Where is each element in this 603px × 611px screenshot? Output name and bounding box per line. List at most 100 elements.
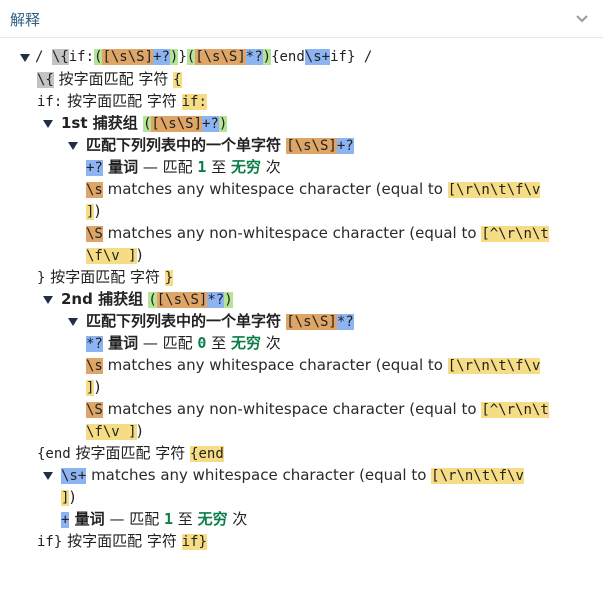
token-code: if} bbox=[37, 534, 63, 550]
token-char-class: [\s\S] bbox=[151, 116, 202, 132]
literal-value: } bbox=[164, 270, 174, 286]
token-char-class: [\s\S] bbox=[286, 314, 337, 330]
tree-item-whitespace-3[interactable]: \s+ matches any whitespace character (eq… bbox=[0, 464, 603, 486]
quantifier-text: 次 bbox=[227, 510, 248, 528]
equivalent-set: [^\r\n\t bbox=[481, 402, 549, 418]
item-description: 按字面匹配 字符 bbox=[62, 532, 182, 550]
item-description: matches any whitespace character (equal … bbox=[102, 180, 448, 198]
token-literal: if} bbox=[330, 49, 356, 65]
tree-item-whitespace-3-cont: ]) bbox=[0, 486, 603, 508]
tree-item-whitespace-1[interactable]: \s matches any whitespace character (equ… bbox=[0, 178, 603, 200]
set-label: 匹配下列列表中的一个单字符 bbox=[86, 312, 287, 330]
item-description: 按字面匹配 字符 bbox=[62, 92, 182, 110]
token-code: {end bbox=[37, 446, 71, 462]
tree-item-quantifier-1[interactable]: +? 量词 — 匹配 1 至 无穷 次 bbox=[0, 156, 603, 178]
tree-item-char-set-1[interactable]: 匹配下列列表中的一个单字符 [\s\S]+? bbox=[0, 134, 603, 156]
equivalent-set: [\r\n\t\f\v bbox=[447, 358, 541, 374]
triangle-down-icon[interactable] bbox=[20, 54, 30, 62]
tree-item-literal-if[interactable]: if: 按字面匹配 字符 if: bbox=[0, 90, 603, 112]
token-group-open: ( bbox=[148, 292, 157, 308]
literal-value: { bbox=[173, 72, 182, 88]
quantifier-text: 至 bbox=[173, 510, 198, 528]
token-quantifier: *? bbox=[336, 314, 354, 330]
token-code: \s+ bbox=[61, 468, 87, 484]
token-quantifier: +? bbox=[86, 160, 103, 176]
equivalent-set: \f\v ] bbox=[86, 424, 137, 440]
group-label: 1st 捕获组 bbox=[61, 114, 143, 132]
tree-item-quantifier-2[interactable]: *? 量词 — 匹配 0 至 无穷 次 bbox=[0, 332, 603, 354]
group-label: 2nd 捕获组 bbox=[61, 290, 149, 308]
token-literal: if: bbox=[68, 49, 95, 65]
token-quantifier: *? bbox=[86, 336, 103, 352]
item-description: 按字面匹配 字符 bbox=[45, 268, 165, 286]
chevron-down-icon[interactable] bbox=[575, 11, 589, 25]
quantifier-text: 至 bbox=[206, 158, 231, 176]
triangle-down-icon[interactable] bbox=[43, 120, 53, 128]
panel-title: 解释 bbox=[10, 11, 41, 29]
tree-item-quantifier-3[interactable]: + 量词 — 匹配 1 至 无穷 次 bbox=[0, 508, 603, 530]
triangle-down-icon[interactable] bbox=[68, 142, 78, 150]
item-description: matches any whitespace character (equal … bbox=[86, 466, 432, 484]
token-code: if: bbox=[37, 94, 63, 110]
tree-item-group-1[interactable]: 1st 捕获组 ([\s\S]+?) bbox=[0, 112, 603, 134]
token-char-class: [\s\S] bbox=[195, 49, 246, 65]
explanation-panel: 解释 / \{if:([\s\S]+?)}([\s\S]*?){end\s+if… bbox=[0, 0, 603, 611]
token-code: \S bbox=[86, 402, 103, 418]
token-quantifier: +? bbox=[336, 138, 354, 154]
token-char-class: [\s\S] bbox=[102, 49, 154, 65]
item-description: ) bbox=[136, 246, 143, 264]
token-group-open: ( bbox=[186, 49, 196, 65]
equivalent-set: \f\v ] bbox=[86, 248, 137, 264]
triangle-down-icon[interactable] bbox=[43, 296, 53, 304]
token-quantifier: *? bbox=[207, 292, 225, 308]
delimiter: / bbox=[355, 49, 373, 65]
tree-item-literal-end[interactable]: {end 按字面匹配 字符 {end bbox=[0, 442, 603, 464]
quantifier-text: 至 bbox=[206, 334, 231, 352]
item-description: ) bbox=[69, 488, 76, 506]
equivalent-set: [^\r\n\t bbox=[481, 226, 549, 242]
quantifier-word: 量词 bbox=[102, 334, 139, 352]
token-code: \s bbox=[86, 358, 103, 374]
quantifier-text: — 匹配 bbox=[138, 334, 198, 352]
set-label: 匹配下列列表中的一个单字符 bbox=[86, 136, 287, 154]
equivalent-set: [\r\n\t\f\v bbox=[447, 182, 541, 198]
tree-item-group-2[interactable]: 2nd 捕获组 ([\s\S]*?) bbox=[0, 288, 603, 310]
token-group-close: ) bbox=[218, 116, 228, 132]
tree-item-non-whitespace-1-cont: \f\v ]) bbox=[0, 244, 603, 266]
token-group-close: ) bbox=[224, 292, 233, 308]
tree-item-literal-close-brace[interactable]: } 按字面匹配 字符 } bbox=[0, 266, 603, 288]
tree-item-literal-if-close[interactable]: if} 按字面匹配 字符 if} bbox=[0, 530, 603, 552]
quantifier-text: 次 bbox=[261, 334, 281, 352]
token-code: \{ bbox=[37, 72, 54, 88]
equivalent-set: [\r\n\t\f\v bbox=[431, 468, 524, 484]
item-description: ) bbox=[94, 378, 101, 396]
tree-item-non-whitespace-1[interactable]: \S matches any non-whitespace character … bbox=[0, 222, 603, 244]
tree-item-whitespace-2-cont: ]) bbox=[0, 376, 603, 398]
regex-full: / \{if:([\s\S]+?)}([\s\S]*?){end\s+if} / bbox=[35, 46, 372, 68]
token-quantifier: +? bbox=[153, 49, 170, 65]
tree-root[interactable]: / \{if:([\s\S]+?)}([\s\S]*?){end\s+if} / bbox=[0, 46, 603, 68]
tree-item-non-whitespace-2[interactable]: \S matches any non-whitespace character … bbox=[0, 398, 603, 420]
delimiter: / bbox=[35, 49, 52, 65]
token-code: \s bbox=[86, 182, 103, 198]
item-description: 按字面匹配 字符 bbox=[53, 70, 174, 88]
literal-value: if: bbox=[181, 94, 207, 110]
tree-item-literal-brace[interactable]: \{ 按字面匹配 字符 { bbox=[0, 68, 603, 90]
item-description: 按字面匹配 字符 bbox=[70, 444, 191, 462]
tree-item-whitespace-1-cont: ]) bbox=[0, 200, 603, 222]
triangle-down-icon[interactable] bbox=[43, 472, 53, 480]
token-code: \S bbox=[86, 226, 103, 242]
triangle-down-icon[interactable] bbox=[68, 318, 78, 326]
token-quantifier: *? bbox=[245, 49, 263, 65]
literal-value: {end bbox=[190, 446, 224, 462]
token-literal: {end bbox=[271, 49, 305, 65]
tree-item-whitespace-2[interactable]: \s matches any whitespace character (equ… bbox=[0, 354, 603, 376]
item-description: matches any non-whitespace character (eq… bbox=[102, 400, 482, 418]
token-literal: } bbox=[178, 49, 187, 65]
token-group-close: ) bbox=[262, 49, 272, 65]
quantifier-text: — 匹配 bbox=[138, 158, 198, 176]
token-escaped-brace: \{ bbox=[51, 49, 69, 65]
panel-header[interactable]: 解释 bbox=[0, 0, 603, 38]
tree-item-char-set-2[interactable]: 匹配下列列表中的一个单字符 [\s\S]*? bbox=[0, 310, 603, 332]
quantifier-max: 无穷 bbox=[230, 334, 261, 352]
